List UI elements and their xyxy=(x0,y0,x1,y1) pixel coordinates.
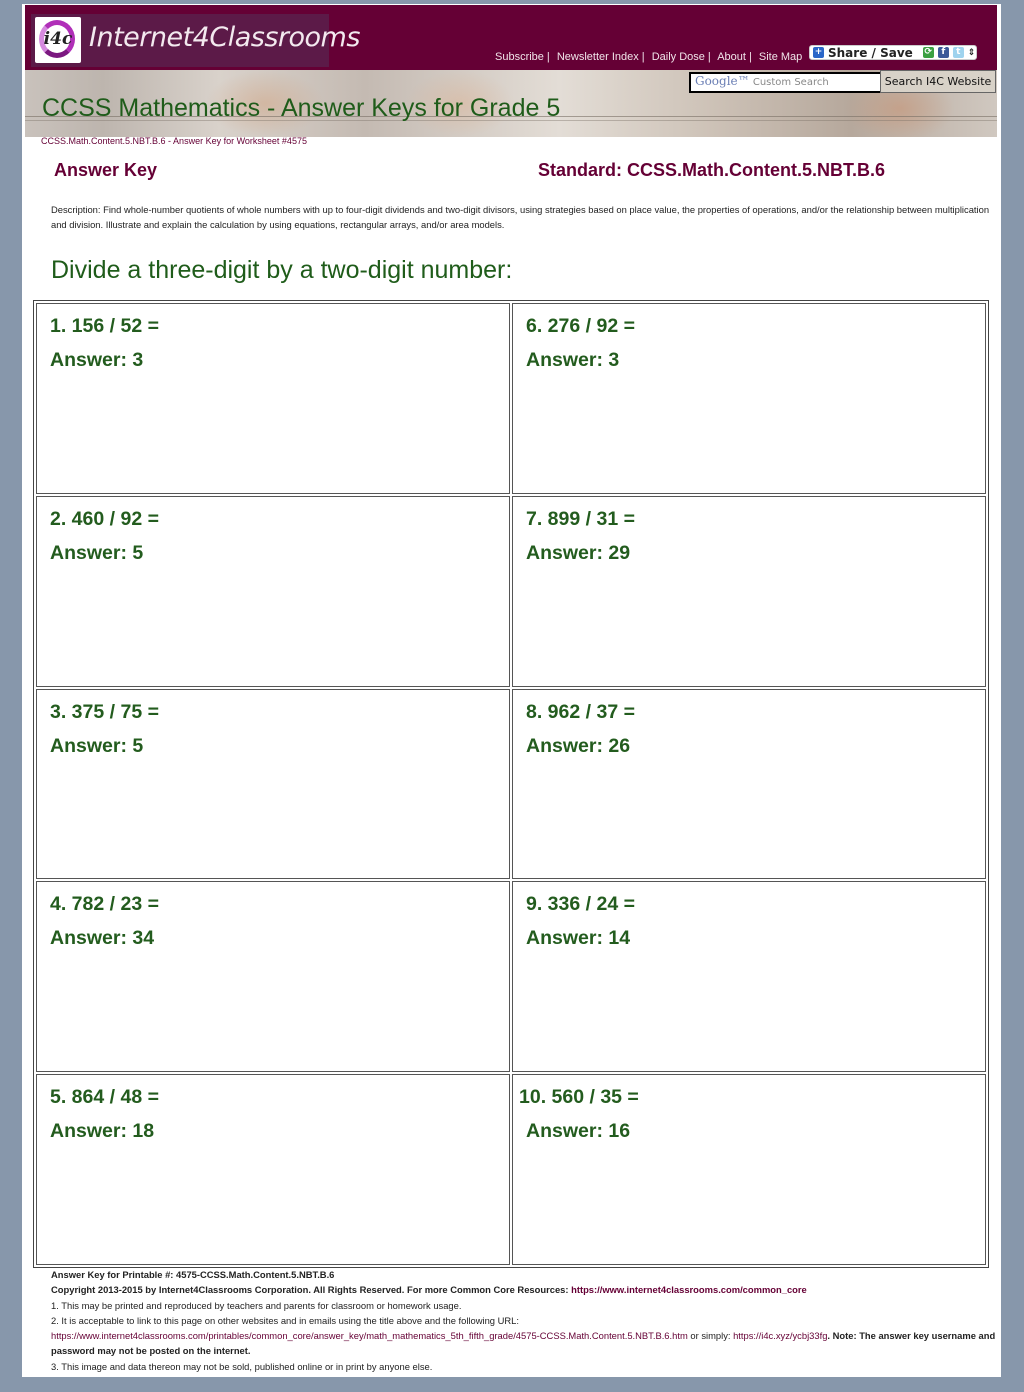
nav-separator: | xyxy=(641,51,645,63)
or-simply-text: or simply: xyxy=(690,1330,731,1342)
share-save-label: Share / Save xyxy=(828,45,913,60)
problems-grid: 1. 156 / 52 = Answer: 3 6. 276 / 92 = An… xyxy=(33,300,989,1268)
search-input[interactable]: Google™ Custom Search xyxy=(689,72,883,93)
nav-newsletter-index[interactable]: Newsletter Index xyxy=(557,51,639,63)
problem-cell: 8. 962 / 37 = Answer: 26 xyxy=(512,688,986,880)
problem-answer: Answer: 5 xyxy=(50,541,144,564)
problem-answer: Answer: 26 xyxy=(526,734,631,757)
problem-cell: 5. 864 / 48 = Answer: 18 xyxy=(36,1074,510,1265)
footer-copyright: Copyright 2013-2015 by Internet4Classroo… xyxy=(51,1284,569,1296)
common-core-link[interactable]: https://www.internet4classrooms.com/comm… xyxy=(571,1284,807,1295)
problem-answer: Answer: 34 xyxy=(50,927,155,950)
footer-printable: Answer Key for Printable #: 4575-CCSS.Ma… xyxy=(51,1269,335,1280)
banner: CCSS Mathematics - Answer Keys for Grade… xyxy=(25,70,997,137)
plus-icon: + xyxy=(813,47,824,58)
top-header-bar: i4c Internet4Classrooms Subscribe | Newsl… xyxy=(25,5,997,70)
problem-question: 8. 962 / 37 = xyxy=(526,700,635,723)
footer-terms-2: 2. It is acceptable to link to this page… xyxy=(51,1314,519,1326)
problem-answer: Answer: 16 xyxy=(526,1120,631,1143)
footer-terms-1: 1. This may be printed and reproduced by… xyxy=(51,1299,462,1311)
search-placeholder: Custom Search xyxy=(752,77,829,88)
facebook-icon[interactable]: f xyxy=(937,47,949,58)
problem-answer: Answer: 5 xyxy=(50,734,144,757)
problem-cell: 3. 375 / 75 = Answer: 5 xyxy=(36,688,510,880)
problem-question: 10. 560 / 35 = xyxy=(519,1086,639,1109)
site-logo[interactable]: i4c Internet4Classrooms xyxy=(31,14,360,67)
problem-cell: 4. 782 / 23 = Answer: 34 xyxy=(36,881,510,1073)
top-navigation: Subscribe | Newsletter Index | Daily Dose |… xyxy=(495,51,802,63)
i4c-logo-icon: i4c xyxy=(35,17,81,63)
nav-separator: | xyxy=(546,51,550,63)
problem-answer: Answer: 29 xyxy=(526,541,631,564)
more-icon[interactable]: ⇕ xyxy=(968,48,976,58)
nav-site-map[interactable]: Site Map xyxy=(759,51,802,63)
problem-answer: Answer: 3 xyxy=(526,349,620,371)
nav-daily-dose[interactable]: Daily Dose xyxy=(652,51,705,63)
breadcrumb[interactable]: CCSS.Math.Content.5.NBT.B.6 - Answer Key… xyxy=(41,136,307,146)
problem-question: 9. 336 / 24 = xyxy=(526,893,635,916)
nav-about[interactable]: About xyxy=(717,51,746,63)
footer: Answer Key for Printable #: 4575-CCSS.Ma… xyxy=(51,1267,996,1374)
problem-cell: 10. 560 / 35 = Answer: 16 xyxy=(512,1074,986,1265)
problem-cell: 1. 156 / 52 = Answer: 3 xyxy=(36,303,510,494)
google-brand: Google™ xyxy=(695,74,750,88)
worksheet-url-link[interactable]: https://www.internet4classrooms.com/prin… xyxy=(51,1330,688,1341)
problem-question: 5. 864 / 48 = xyxy=(50,1086,159,1109)
problem-question: 2. 460 / 92 = xyxy=(50,507,159,530)
problem-answer: Answer: 3 xyxy=(50,349,144,371)
problem-cell: 2. 460 / 92 = Answer: 5 xyxy=(36,495,510,687)
short-url-link[interactable]: https://i4c.xyz/ycbj33fg xyxy=(733,1330,827,1341)
problem-answer: Answer: 14 xyxy=(526,927,631,950)
nav-separator: | xyxy=(707,51,711,63)
page-title: CCSS Mathematics - Answer Keys for Grade… xyxy=(42,94,561,122)
problem-answer: Answer: 18 xyxy=(50,1120,155,1143)
problem-question: 6. 276 / 92 = xyxy=(526,315,635,337)
answer-key-heading: Answer Key xyxy=(54,160,158,180)
logo-text: Internet4Classrooms xyxy=(89,22,360,53)
standard-description: Description: Find whole-number quotients… xyxy=(51,204,990,230)
problem-question: 3. 375 / 75 = xyxy=(50,700,159,723)
problem-cell: 7. 899 / 31 = Answer: 29 xyxy=(512,495,986,687)
problem-question: 7. 899 / 31 = xyxy=(526,507,635,530)
page-container: i4c Internet4Classrooms Subscribe | Newsl… xyxy=(22,4,1001,1377)
footer-terms-3: 3. This image and data thereon may not b… xyxy=(51,1360,433,1372)
standard-heading: Standard: CCSS.Math.Content.5.NBT.B.6 xyxy=(538,160,886,180)
share-save-button[interactable]: + Share / Save ⟳ f t ⇕ xyxy=(809,45,977,60)
problem-question: 4. 782 / 23 = xyxy=(50,893,159,916)
email-icon[interactable]: ⟳ xyxy=(922,47,934,58)
nav-separator: | xyxy=(748,51,752,63)
section-heading: Divide a three-digit by a two-digit numb… xyxy=(51,256,513,284)
search-button[interactable]: Search I4C Website xyxy=(880,70,996,93)
problem-cell: 9. 336 / 24 = Answer: 14 xyxy=(512,881,986,1073)
problem-question: 1. 156 / 52 = xyxy=(50,315,159,337)
twitter-icon[interactable]: t xyxy=(952,47,964,58)
problem-cell: 6. 276 / 92 = Answer: 3 xyxy=(512,303,986,494)
nav-subscribe[interactable]: Subscribe xyxy=(495,51,544,63)
